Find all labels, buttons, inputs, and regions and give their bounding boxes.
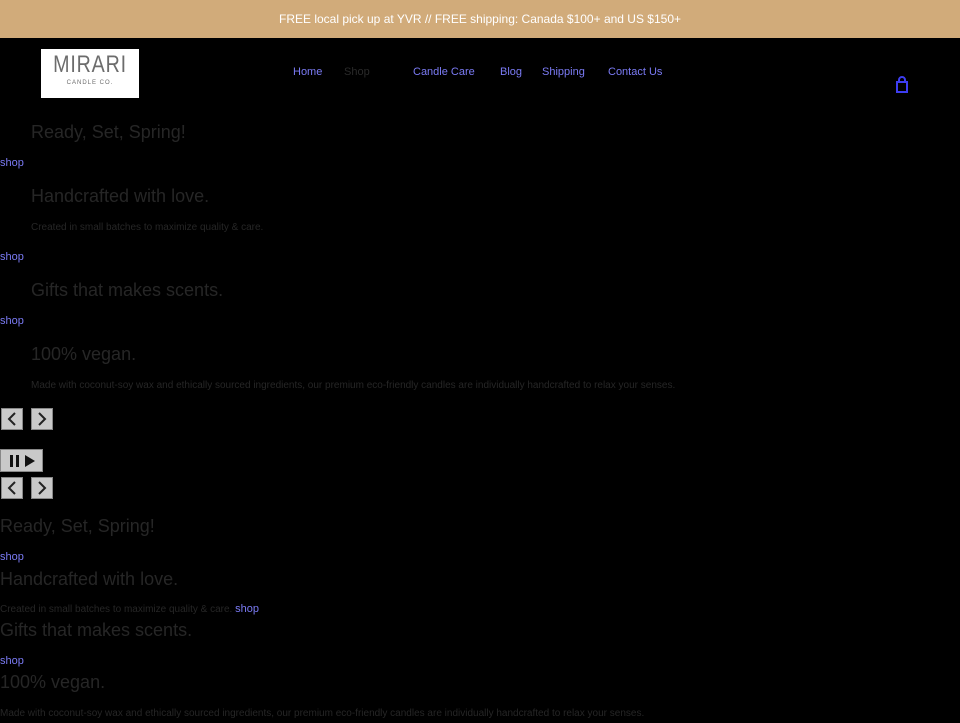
- slide-2-text: Created in small batches to maximize qua…: [31, 222, 264, 233]
- pause-icon: [9, 454, 19, 467]
- nav-shop[interactable]: Shop: [344, 66, 370, 78]
- logo-main-text: MIRARI: [53, 51, 127, 78]
- play-icon: [24, 454, 35, 467]
- slide-2-link-dup[interactable]: shop: [235, 603, 259, 615]
- next-slide-button[interactable]: [31, 408, 53, 430]
- slide-4-text-dup: Made with coconut-soy wax and ethically …: [0, 708, 645, 719]
- slide-2-text-dup: Created in small batches to maximize qua…: [0, 604, 233, 615]
- announcement-bar: FREE local pick up at YVR // FREE shippi…: [0, 0, 960, 38]
- play-pause-button[interactable]: [0, 449, 43, 472]
- prev-slide-button-2[interactable]: [1, 477, 23, 499]
- slide-1-link-dup[interactable]: shop: [0, 551, 24, 563]
- slide-1-heading-dup: Ready, Set, Spring!: [0, 516, 155, 536]
- chevron-left-icon: [7, 412, 16, 426]
- next-slide-button-2[interactable]: [31, 477, 53, 499]
- slide-3-heading: Gifts that makes scents.: [31, 280, 224, 300]
- nav-shipping[interactable]: Shipping: [542, 66, 585, 78]
- chevron-right-icon: [38, 481, 47, 495]
- slide-2-heading-dup: Handcrafted with love.: [0, 569, 179, 589]
- nav-contact[interactable]: Contact Us: [608, 66, 662, 78]
- slide-1-link[interactable]: shop: [0, 157, 24, 169]
- slide-1-heading: Ready, Set, Spring!: [31, 122, 186, 142]
- logo[interactable]: MIRARI CANDLE CO.: [41, 49, 139, 98]
- prev-slide-button[interactable]: [1, 408, 23, 430]
- nav-candle-care[interactable]: Candle Care: [413, 66, 475, 78]
- slide-4-text: Made with coconut-soy wax and ethically …: [31, 380, 676, 391]
- slide-3-link-dup[interactable]: shop: [0, 655, 24, 667]
- slide-2-heading: Handcrafted with love.: [31, 186, 210, 206]
- nav-home[interactable]: Home: [293, 66, 322, 78]
- slide-4-heading: 100% vegan.: [31, 344, 137, 364]
- slide-2-row-dup: Created in small batches to maximize qua…: [0, 603, 259, 615]
- nav-blog[interactable]: Blog: [500, 66, 522, 78]
- slide-2-link[interactable]: shop: [0, 251, 24, 263]
- chevron-left-icon: [7, 481, 16, 495]
- slide-3-heading-dup: Gifts that makes scents.: [0, 620, 193, 640]
- cart-icon[interactable]: [894, 76, 910, 94]
- chevron-right-icon: [38, 412, 47, 426]
- announcement-text: FREE local pick up at YVR // FREE shippi…: [278, 12, 682, 26]
- slide-4-heading-dup: 100% vegan.: [0, 672, 106, 692]
- logo-sub-text: CANDLE CO.: [66, 80, 114, 86]
- slide-3-link[interactable]: shop: [0, 315, 24, 327]
